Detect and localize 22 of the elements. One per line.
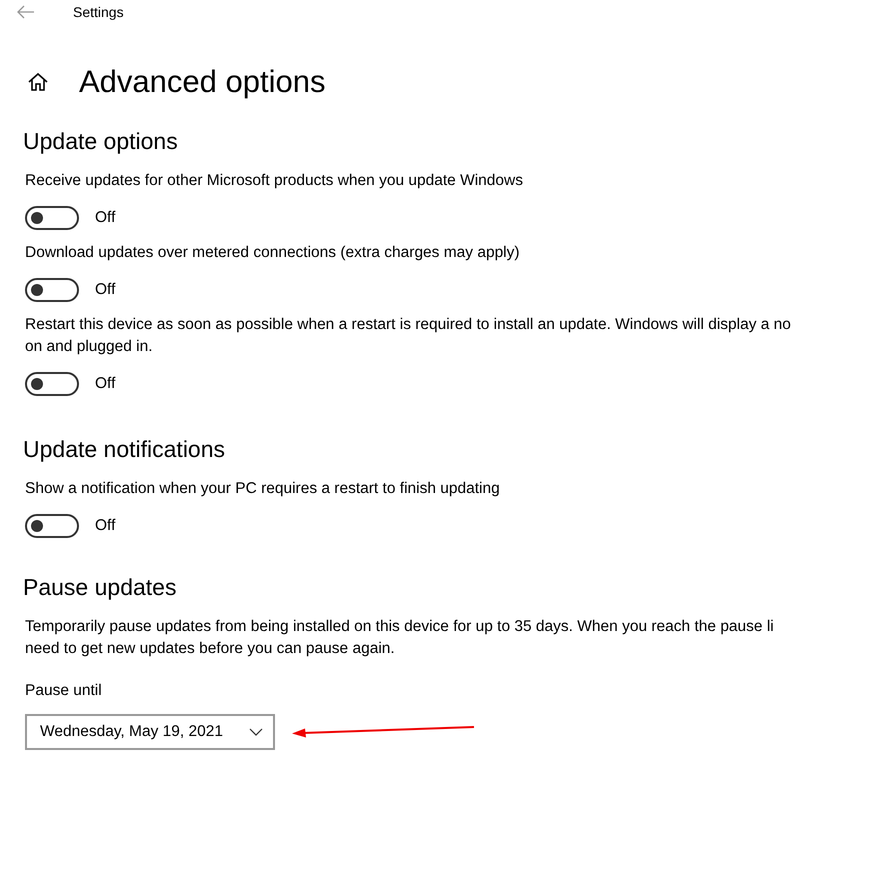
date-dropdown[interactable]: Wednesday, May 19, 2021 xyxy=(25,714,275,750)
setting-label: Download updates over metered connections (extra charges may apply) xyxy=(25,243,521,263)
setting-label: Show a notification when your PC requires a restart to finish updating xyxy=(25,479,501,499)
toggle-state-label: Off xyxy=(95,208,116,228)
toggle-switch[interactable] xyxy=(25,206,79,230)
toggle-state-label: Off xyxy=(95,374,116,394)
page-title: Advanced options xyxy=(79,63,326,101)
section-heading: Update options xyxy=(23,127,179,156)
toggle-state-label: Off xyxy=(95,280,116,300)
section-heading: Update notifications xyxy=(23,435,226,464)
description-text: Temporarily pause updates from being installed on this device for up to 35 days. When you reach the pause li need to get new updates before you can pause again. xyxy=(25,617,775,659)
setting-label: Restart this device as soon as possible when a restart is required to install an update. Windows will display a no on and plugged in. xyxy=(25,315,792,357)
home-icon[interactable] xyxy=(27,71,49,93)
section-heading: Pause updates xyxy=(23,573,178,602)
window-title: Settings xyxy=(73,2,124,22)
toggle-state-label: Off xyxy=(95,516,116,536)
toggle-switch[interactable] xyxy=(25,278,79,302)
field-label: Pause until xyxy=(25,681,103,701)
toggle-switch[interactable] xyxy=(25,514,79,538)
setting-label: Receive updates for other Microsoft products when you update Windows xyxy=(25,171,524,191)
toggle-switch[interactable] xyxy=(25,372,79,396)
chevron-down-icon xyxy=(249,728,263,736)
